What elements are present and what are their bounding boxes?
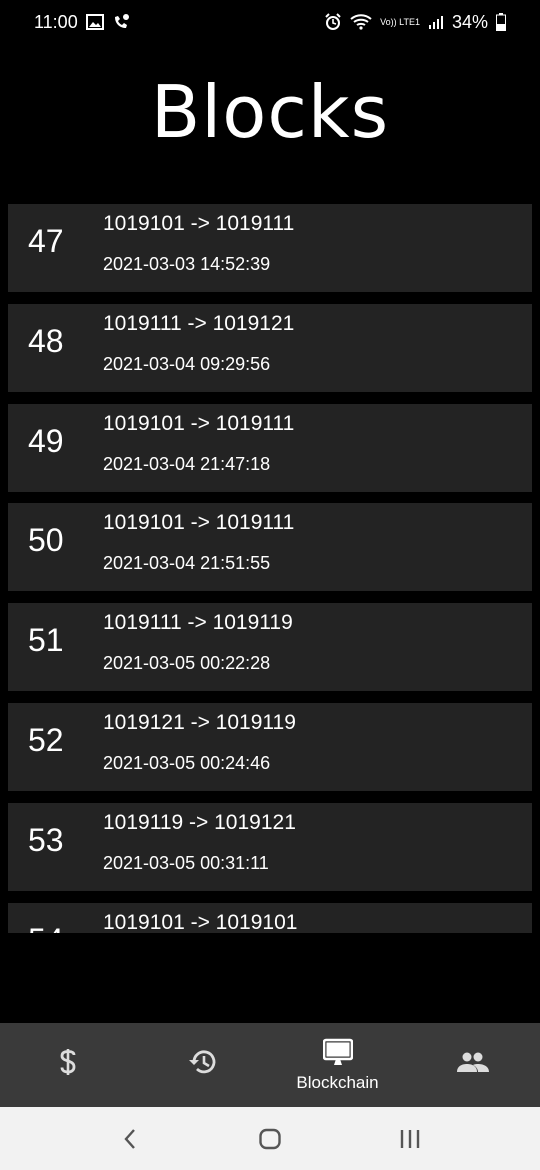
people-icon xyxy=(456,1047,489,1077)
bottom-nav: Blockchain xyxy=(0,1023,540,1107)
block-timestamp: 2021-03-04 09:29:56 xyxy=(103,353,271,374)
block-list-item[interactable]: 50 1019101 -> 1019111 2021-03-04 21:51:55 xyxy=(8,503,532,592)
block-list-item[interactable]: 51 1019111 -> 1019119 2021-03-05 00:22:28 xyxy=(8,603,532,692)
status-right: Vo)) LTE1 34% xyxy=(324,12,506,33)
battery-percent: 34% xyxy=(451,11,488,32)
block-timestamp: 2021-03-05 00:22:28 xyxy=(103,653,271,674)
block-transfer: 1019111 -> 1019119 xyxy=(103,611,293,635)
nav-item-payments[interactable] xyxy=(0,1023,135,1107)
recents-icon xyxy=(400,1129,420,1148)
block-timestamp: 2021-03-05 00:31:11 xyxy=(103,852,269,873)
block-transfer: 1019119 -> 1019121 xyxy=(103,810,296,834)
nav-item-people[interactable] xyxy=(405,1023,540,1107)
nav-item-blockchain[interactable]: Blockchain xyxy=(270,1023,405,1107)
block-transfer: 1019101 -> 1019101 xyxy=(103,910,298,933)
block-transfer: 1019121 -> 1019119 xyxy=(103,710,296,734)
block-number: 47 xyxy=(28,223,64,259)
status-bar: 11:00 Vo)) LTE1 34% xyxy=(0,0,540,44)
block-transfer: 1019101 -> 1019111 xyxy=(103,411,295,435)
block-number: 54 xyxy=(28,903,64,933)
block-timestamp: 2021-03-05 00:24:46 xyxy=(103,752,271,773)
block-list-item[interactable]: 54 1019101 -> 1019101 xyxy=(8,902,532,933)
history-icon xyxy=(188,1047,218,1077)
block-transfer: 1019101 -> 1019111 xyxy=(103,511,295,535)
block-list-item[interactable]: 49 1019101 -> 1019111 2021-03-04 21:47:18 xyxy=(8,403,532,492)
home-icon xyxy=(259,1128,281,1149)
block-number: 49 xyxy=(28,422,64,459)
block-list-item[interactable]: 53 1019119 -> 1019121 2021-03-05 00:31:11 xyxy=(8,802,532,891)
system-nav-bar xyxy=(0,1107,540,1170)
block-number: 48 xyxy=(28,322,64,359)
alarm-icon xyxy=(324,13,342,31)
gallery-notification-icon xyxy=(85,14,104,30)
home-button[interactable] xyxy=(240,1109,300,1169)
dollar-icon xyxy=(58,1047,78,1077)
block-list[interactable]: 47 1019101 -> 1019111 2021-03-03 14:52:39 4… xyxy=(8,204,532,933)
block-list-item[interactable]: 52 1019121 -> 1019119 2021-03-05 00:24:46 xyxy=(8,702,532,791)
signal-icon xyxy=(428,14,444,30)
page-title: Blocks xyxy=(150,70,390,154)
block-number: 52 xyxy=(28,721,64,758)
wifi-icon xyxy=(350,14,372,30)
block-timestamp: 2021-03-03 14:52:39 xyxy=(103,254,271,274)
volte-label: Vo)) LTE1 xyxy=(380,16,420,27)
battery-icon xyxy=(496,13,506,31)
block-number: 51 xyxy=(28,622,64,659)
block-number: 53 xyxy=(28,821,64,858)
block-list-item[interactable]: 48 1019111 -> 1019121 2021-03-04 09:29:56 xyxy=(8,303,532,392)
block-transfer: 1019111 -> 1019121 xyxy=(103,311,295,335)
monitor-icon xyxy=(322,1037,353,1067)
back-button[interactable] xyxy=(100,1109,160,1169)
block-transfer: 1019101 -> 1019111 xyxy=(103,212,295,235)
nav-item-history[interactable] xyxy=(135,1023,270,1107)
recents-button[interactable] xyxy=(380,1109,440,1169)
back-icon xyxy=(124,1128,135,1149)
status-left: 11:00 xyxy=(34,12,130,33)
status-time: 11:00 xyxy=(34,11,78,32)
block-timestamp: 2021-03-04 21:51:55 xyxy=(103,553,271,574)
nav-label-blockchain: Blockchain xyxy=(296,1073,379,1092)
block-number: 50 xyxy=(28,522,64,559)
missed-call-icon xyxy=(112,13,130,31)
block-timestamp: 2021-03-04 21:47:18 xyxy=(103,453,271,474)
block-list-item[interactable]: 47 1019101 -> 1019111 2021-03-03 14:52:39 xyxy=(8,204,532,292)
